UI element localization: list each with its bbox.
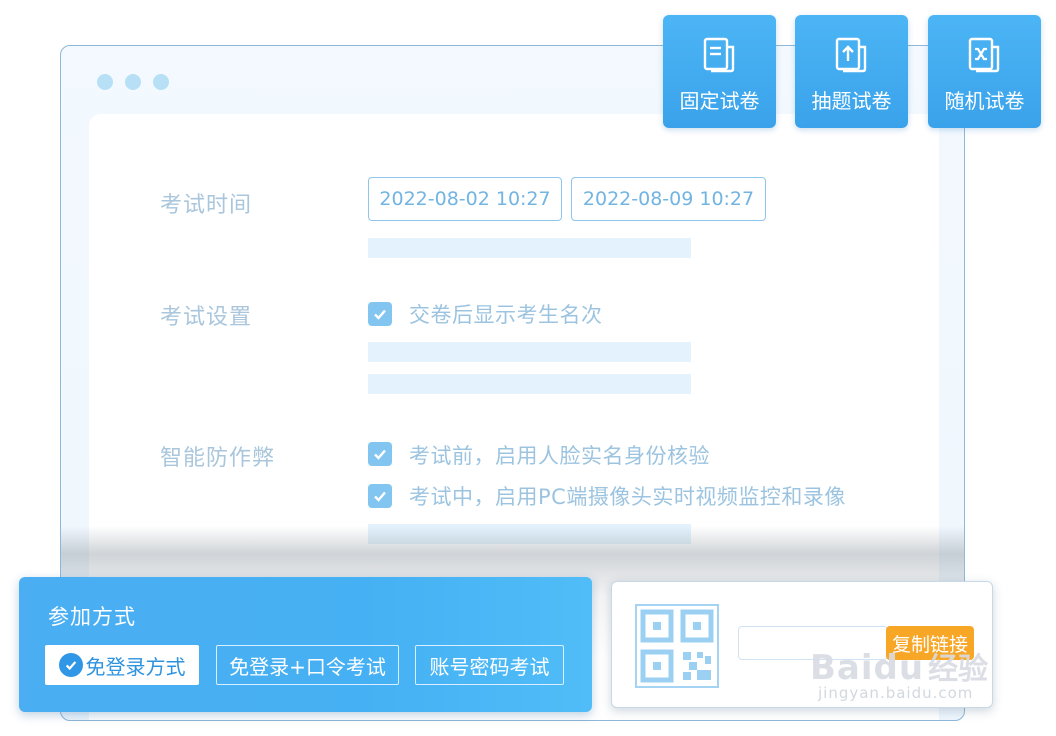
show-rank-checkbox[interactable] bbox=[368, 302, 392, 326]
placeholder-bar bbox=[368, 342, 691, 362]
check-icon bbox=[374, 491, 386, 502]
document-icon bbox=[703, 37, 735, 73]
start-time-field[interactable]: 2022-08-02 10:27 bbox=[368, 177, 562, 221]
join-method-panel: 参加方式 免登录方式 免登录+口令考试 账号密码考试 bbox=[19, 577, 592, 712]
random-paper-label: 随机试卷 bbox=[944, 89, 1025, 113]
fixed-paper-button[interactable]: 固定试卷 bbox=[663, 15, 776, 128]
show-rank-label: 交卷后显示考生名次 bbox=[409, 303, 603, 327]
placeholder-bar bbox=[368, 524, 691, 544]
check-icon bbox=[374, 449, 386, 460]
watermark-brand: Baidu bbox=[810, 648, 925, 688]
join-option-label: 免登录+口令考试 bbox=[229, 654, 386, 679]
watermark-brand-suffix: 经验 bbox=[928, 652, 989, 687]
placeholder-bar bbox=[368, 374, 691, 394]
join-option-passcode[interactable]: 免登录+口令考试 bbox=[216, 645, 399, 685]
shuffle-document-icon bbox=[968, 37, 1000, 73]
check-icon bbox=[374, 309, 386, 320]
join-option-label: 免登录方式 bbox=[85, 654, 186, 679]
qr-code-icon bbox=[635, 604, 719, 688]
random-draw-paper-label: 抽题试卷 bbox=[811, 89, 892, 113]
anticheat-label: 智能防作弊 bbox=[160, 446, 276, 471]
fixed-paper-label: 固定试卷 bbox=[679, 89, 760, 113]
join-option-label: 账号密码考试 bbox=[429, 654, 550, 679]
baidu-watermark: Baidu 经验 bbox=[810, 644, 988, 688]
window-dot-1 bbox=[97, 74, 113, 90]
upload-document-icon bbox=[835, 37, 867, 73]
end-time-field[interactable]: 2022-08-09 10:27 bbox=[571, 177, 766, 221]
camera-monitor-checkbox[interactable] bbox=[368, 484, 392, 508]
join-option-no-login[interactable]: 免登录方式 bbox=[45, 645, 199, 685]
placeholder-bar bbox=[368, 238, 691, 258]
check-circle-icon bbox=[58, 653, 83, 677]
watermark-url: jingyan.baidu.com bbox=[818, 684, 974, 702]
random-draw-paper-button[interactable]: 抽题试卷 bbox=[795, 15, 908, 128]
exam-settings-label: 考试设置 bbox=[160, 305, 253, 330]
face-verify-label: 考试前，启用人脸实名身份核验 bbox=[409, 444, 710, 468]
random-paper-button[interactable]: 随机试卷 bbox=[928, 15, 1041, 128]
join-method-title: 参加方式 bbox=[48, 605, 136, 629]
window-dot-2 bbox=[125, 74, 141, 90]
join-option-account-password[interactable]: 账号密码考试 bbox=[415, 645, 564, 685]
window-dot-3 bbox=[153, 74, 169, 90]
camera-monitor-label: 考试中，启用PC端摄像头实时视频监控和录像 bbox=[409, 485, 846, 509]
exam-time-label: 考试时间 bbox=[160, 193, 253, 218]
face-verify-checkbox[interactable] bbox=[368, 442, 392, 466]
